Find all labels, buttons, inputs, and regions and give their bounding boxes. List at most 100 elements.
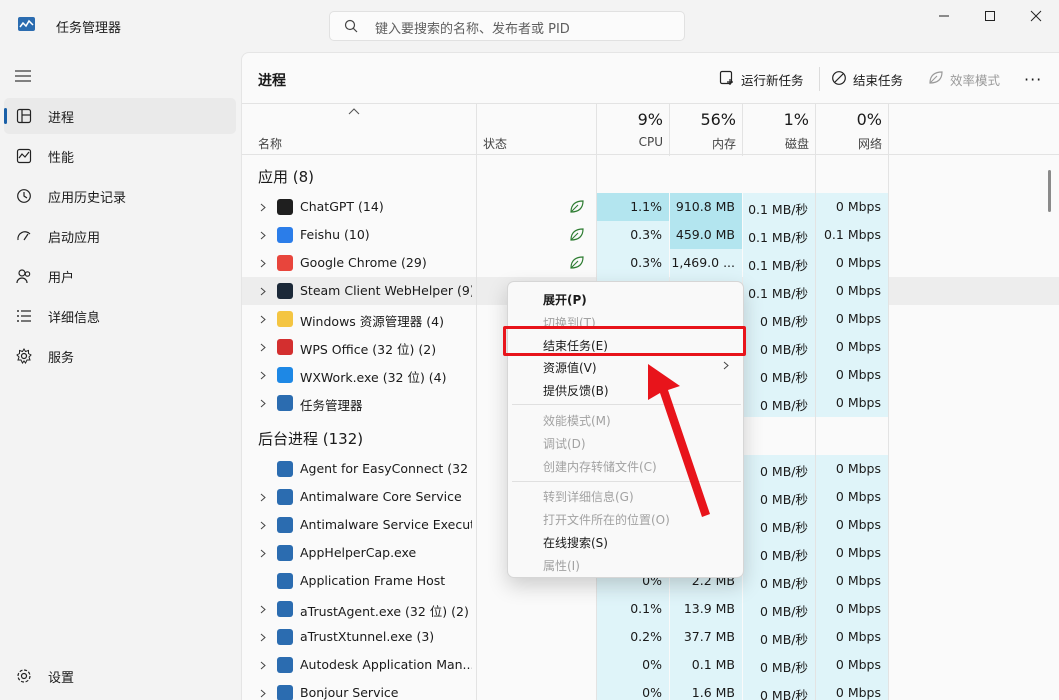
cell-mem: 13.9 MB (670, 595, 742, 623)
process-icon (277, 255, 293, 271)
column-status[interactable]: 状态 (483, 135, 507, 152)
sidebar-item-users[interactable]: 用户 (4, 258, 236, 294)
process-icon (277, 601, 293, 617)
process-icon (277, 629, 293, 645)
submenu-chevron-icon (723, 361, 729, 370)
cell-disk: 0 MB/秒 (743, 333, 815, 361)
cell-disk: 0.1 MB/秒 (743, 249, 815, 277)
column-divider (476, 104, 477, 700)
task-manager-logo-icon (18, 17, 35, 31)
menu-item-resource-values[interactable]: 资源值(V) (543, 359, 597, 376)
column-memory[interactable]: 内存 (674, 135, 736, 152)
table-row[interactable]: Autodesk Application Man... 0% 0.1 MB 0 MB/… (242, 651, 1059, 679)
sidebar-item-label: 应用历史记录 (48, 191, 127, 206)
end-task-button[interactable]: 结束任务 (831, 67, 921, 89)
chevron-right-icon[interactable] (260, 287, 266, 296)
cell-net: 0 Mbps (816, 651, 888, 679)
cell-net: 0 Mbps (816, 679, 888, 700)
sidebar: 进程 性能 应用历史记录 启动应用 用户 详细信息 服务 设置 (0, 52, 240, 700)
column-network-percent[interactable]: 0% (820, 110, 882, 129)
startup-icon (17, 231, 31, 241)
chevron-right-icon[interactable] (260, 259, 266, 268)
chevron-right-icon[interactable] (260, 203, 266, 212)
process-name: WXWork.exe (32 位) (4) (300, 370, 447, 385)
chevron-right-icon[interactable] (260, 689, 266, 698)
search-box[interactable]: 键入要搜索的名称、发布者或 PID (329, 11, 685, 41)
column-name[interactable]: 名称 (258, 135, 282, 152)
process-name: WPS Office (32 位) (2) (300, 342, 437, 357)
process-name: aTrustAgent.exe (32 位) (2) (300, 604, 469, 619)
efficiency-leaf-icon (570, 256, 584, 269)
menu-item-properties: 属性(I) (543, 559, 580, 573)
table-row[interactable]: aTrustAgent.exe (32 位) (2) 0.1% 13.9 MB 0 M… (242, 595, 1059, 623)
cell-disk: 0 MB/秒 (743, 623, 815, 651)
menu-item-feedback[interactable]: 提供反馈(B) (543, 382, 609, 399)
efficiency-mode-button[interactable]: 效率模式 (928, 67, 1018, 89)
process-name: 任务管理器 (300, 398, 363, 413)
process-icon (277, 545, 293, 561)
chevron-right-icon[interactable] (260, 521, 266, 530)
table-row[interactable]: Google Chrome (29) 0.3% 1,469.0 ... 0.1 MB/… (242, 249, 1059, 277)
column-cpu[interactable]: CPU (601, 135, 663, 149)
sidebar-item-processes[interactable]: 进程 (4, 98, 236, 134)
chevron-right-icon[interactable] (260, 343, 266, 352)
more-options-icon[interactable]: ··· (1024, 70, 1042, 89)
cell-disk: 0 MB/秒 (743, 595, 815, 623)
sidebar-item-services[interactable]: 服务 (4, 338, 236, 374)
column-disk[interactable]: 磁盘 (747, 135, 809, 152)
vertical-scrollbar-thumb[interactable] (1048, 170, 1051, 212)
sidebar-item-label: 进程 (48, 111, 75, 126)
cell-net: 0.1 Mbps (816, 221, 888, 249)
sidebar-item-settings[interactable]: 设置 (4, 658, 244, 694)
hamburger-menu-icon[interactable] (14, 69, 32, 83)
chevron-right-icon[interactable] (260, 605, 266, 614)
chevron-right-icon[interactable] (260, 399, 266, 408)
cell-disk: 0 MB/秒 (743, 305, 815, 333)
sidebar-item-startup[interactable]: 启动应用 (4, 218, 236, 254)
chevron-right-icon[interactable] (260, 661, 266, 670)
cell-cpu: 0.1% (597, 595, 669, 623)
column-header-row: 名称 状态 9% CPU 56% 内存 1% 磁盘 0% 网络 (242, 103, 1059, 155)
services-icon (16, 348, 32, 364)
process-name: aTrustXtunnel.exe (3) (300, 629, 435, 644)
column-network[interactable]: 网络 (820, 135, 882, 152)
cell-disk: 0 MB/秒 (743, 361, 815, 389)
menu-item-search-online[interactable]: 在线搜索(S) (543, 534, 608, 551)
run-new-task-icon (719, 70, 733, 85)
chevron-right-icon[interactable] (260, 549, 266, 558)
cell-disk: 0.1 MB/秒 (743, 221, 815, 249)
process-icon (277, 395, 293, 411)
chevron-right-icon[interactable] (260, 371, 266, 380)
sidebar-item-details[interactable]: 详细信息 (4, 298, 236, 334)
run-new-task-button[interactable]: 运行新任务 (719, 67, 819, 89)
menu-item-efficiency-mode: 效能模式(M) (543, 414, 611, 428)
chevron-right-icon[interactable] (260, 315, 266, 324)
process-icon (277, 283, 293, 299)
close-icon[interactable] (1024, 6, 1048, 26)
sidebar-item-label: 性能 (48, 151, 75, 166)
table-row[interactable]: Bonjour Service 0% 1.6 MB 0 MB/秒 0 Mbps (242, 679, 1059, 700)
sidebar-item-history[interactable]: 应用历史记录 (4, 178, 236, 214)
table-row[interactable]: Feishu (10) 0.3% 459.0 MB 0.1 MB/秒 0.1 Mbps (242, 221, 1059, 249)
menu-item-expand[interactable]: 展开(P) (543, 291, 587, 308)
column-memory-percent[interactable]: 56% (674, 110, 736, 129)
sidebar-item-performance[interactable]: 性能 (4, 138, 236, 174)
chevron-right-icon[interactable] (260, 633, 266, 642)
search-placeholder: 键入要搜索的名称、发布者或 PID (375, 22, 570, 37)
group-header-background: 后台进程 (132) (258, 430, 364, 448)
cell-cpu: 1.1% (597, 193, 669, 221)
cell-net: 0 Mbps (816, 193, 888, 221)
chevron-right-icon[interactable] (260, 231, 266, 240)
process-name: Application Frame Host (300, 573, 446, 588)
column-disk-percent[interactable]: 1% (747, 110, 809, 129)
table-row[interactable]: ChatGPT (14) 1.1% 910.8 MB 0.1 MB/秒 0 Mbps (242, 193, 1059, 221)
performance-icon (16, 148, 32, 164)
process-icon (277, 367, 293, 383)
table-row[interactable]: aTrustXtunnel.exe (3) 0.2% 37.7 MB 0 MB/秒 0 … (242, 623, 1059, 651)
process-name: Antimalware Core Service (300, 489, 462, 504)
minimize-icon[interactable] (932, 6, 956, 26)
maximize-icon[interactable] (978, 6, 1002, 26)
column-cpu-percent[interactable]: 9% (601, 110, 663, 129)
chevron-right-icon[interactable] (260, 493, 266, 502)
process-name: Bonjour Service (300, 685, 399, 700)
